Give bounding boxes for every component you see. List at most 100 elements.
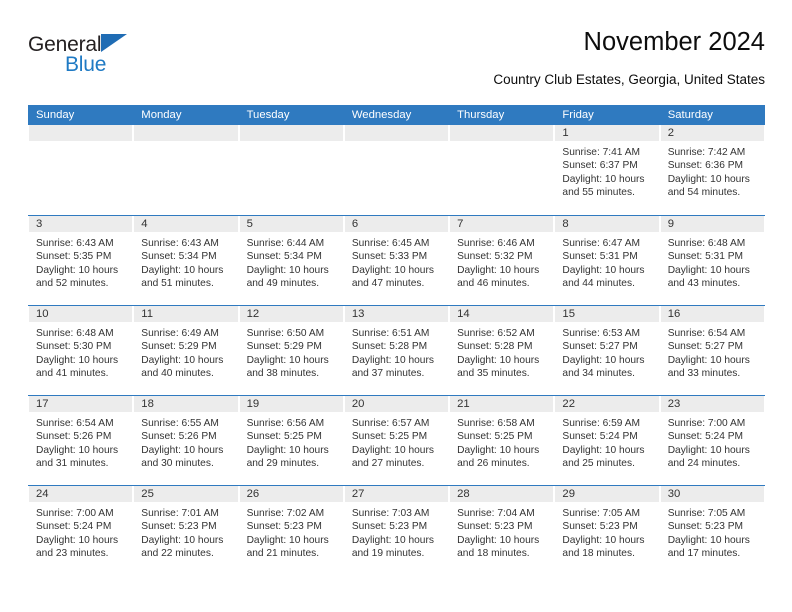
sunset-text: Sunset: 5:32 PM (457, 251, 533, 263)
daylight-text-line1: Daylight: 10 hours (562, 354, 645, 366)
calendar-day-cell[interactable]: 29 Sunrise: 7:05 AM Sunset: 5:23 PM Dayligh… (554, 486, 660, 575)
cell-divider (659, 396, 661, 412)
calendar-day-cell[interactable]: 27 Sunrise: 7:03 AM Sunset: 5:23 PM Dayligh… (343, 486, 450, 575)
day-number: 27 (351, 488, 365, 500)
calendar-day-cell[interactable]: 18 Sunrise: 6:55 AM Sunset: 5:26 PM Dayligh… (133, 396, 239, 485)
day-number: 28 (457, 488, 470, 500)
calendar-day-cell[interactable]: 30 Sunrise: 7:05 AM Sunset: 5:23 PM Dayligh… (659, 486, 765, 575)
daylight-text-line2: and 54 minutes. (667, 186, 741, 198)
daylight-text-line2: and 27 minutes. (351, 457, 425, 469)
daylight-text-line1: Daylight: 10 hours (351, 264, 434, 276)
sunrise-text: Sunrise: 7:00 AM (36, 508, 114, 519)
day-of-week-friday: Friday (562, 109, 594, 121)
daylight-text-line2: and 22 minutes. (141, 547, 214, 559)
general-blue-logo[interactable]: General Blue (28, 34, 148, 82)
sunrise-text: Sunrise: 6:54 AM (667, 328, 746, 339)
calendar-day-cell[interactable]: 8 Sunrise: 6:47 AM Sunset: 5:31 PM Daylight… (554, 216, 660, 305)
day-number: 16 (667, 308, 681, 320)
calendar-day-cell[interactable]: 15 Sunrise: 6:53 AM Sunset: 5:27 PM Dayligh… (554, 306, 660, 395)
day-number: 4 (141, 218, 148, 230)
daylight-text-line1: Daylight: 10 hours (667, 264, 750, 276)
day-number: 14 (457, 308, 470, 320)
daylight-text-line1: Daylight: 10 hours (457, 354, 540, 366)
sun-times-block: Sunrise: 6:49 AM Sunset: 5:29 PM Daylight:… (133, 322, 238, 380)
calendar-day-cell[interactable]: 20 Sunrise: 6:57 AM Sunset: 5:25 PM Dayligh… (343, 396, 450, 485)
day-number: 13 (351, 308, 365, 320)
day-of-week-wednesday: Wednesday (351, 109, 412, 121)
sunset-text: Sunset: 5:34 PM (141, 251, 217, 263)
calendar-day-cell[interactable]: 3 Sunrise: 6:43 AM Sunset: 5:35 PM Daylight… (28, 216, 134, 305)
calendar-day-cell[interactable]: 12 Sunrise: 6:50 AM Sunset: 5:29 PM Dayligh… (238, 306, 344, 395)
calendar-day-cell[interactable]: 13 Sunrise: 6:51 AM Sunset: 5:28 PM Dayligh… (343, 306, 450, 395)
cell-divider (449, 216, 451, 232)
calendar-day-cell[interactable]: 25 Sunrise: 7:01 AM Sunset: 5:23 PM Dayligh… (133, 486, 239, 575)
logo-text-blue: Blue (65, 53, 107, 76)
sunset-text: Sunset: 5:34 PM (246, 251, 322, 263)
cell-divider (238, 125, 240, 141)
cell-divider (554, 306, 556, 322)
calendar-day-cell[interactable]: 7 Sunrise: 6:46 AM Sunset: 5:32 PM Daylight… (449, 216, 555, 305)
day-number: 11 (141, 308, 154, 320)
day-of-week-saturday: Saturday (667, 109, 713, 121)
calendar-day-cell[interactable]: 6 Sunrise: 6:45 AM Sunset: 5:33 PM Daylight… (343, 216, 450, 305)
daylight-text-line2: and 38 minutes. (246, 367, 320, 379)
calendar-day-cell[interactable]: 28 Sunrise: 7:04 AM Sunset: 5:23 PM Dayligh… (449, 486, 555, 575)
day-number: 10 (36, 308, 49, 320)
date-band (28, 125, 134, 141)
sun-times-block: Sunrise: 6:46 AM Sunset: 5:32 PM Daylight:… (449, 232, 554, 290)
calendar-day-cell-empty (133, 125, 239, 215)
sunset-text: Sunset: 5:26 PM (141, 431, 217, 443)
sunrise-text: Sunrise: 6:56 AM (246, 418, 325, 429)
calendar-day-cell[interactable]: 1 Sunrise: 7:41 AM Sunset: 6:37 PM Daylight… (554, 125, 660, 215)
calendar-day-cell[interactable]: 22 Sunrise: 6:59 AM Sunset: 5:24 PM Dayligh… (554, 396, 660, 485)
cell-divider (449, 125, 451, 141)
calendar-day-cell[interactable]: 10 Sunrise: 6:48 AM Sunset: 5:30 PM Dayligh… (28, 306, 134, 395)
cell-divider (449, 306, 451, 322)
calendar-day-cell[interactable]: 4 Sunrise: 6:43 AM Sunset: 5:34 PM Daylight… (133, 216, 239, 305)
sunrise-text: Sunrise: 6:43 AM (141, 238, 219, 249)
sunrise-text: Sunrise: 6:45 AM (351, 238, 430, 249)
sun-times-block: Sunrise: 6:54 AM Sunset: 5:27 PM Daylight:… (660, 322, 765, 380)
sun-times-block: Sunrise: 6:53 AM Sunset: 5:27 PM Daylight:… (554, 322, 659, 380)
calendar-page: General Blue November 2024 Country Club … (0, 0, 792, 612)
calendar-day-cell[interactable]: 14 Sunrise: 6:52 AM Sunset: 5:28 PM Dayligh… (449, 306, 555, 395)
calendar-day-cell[interactable]: 21 Sunrise: 6:58 AM Sunset: 5:25 PM Dayligh… (449, 396, 555, 485)
day-number: 15 (562, 308, 575, 320)
page-title: November 2024 (583, 28, 765, 56)
sun-times-block: Sunrise: 7:02 AM Sunset: 5:23 PM Daylight:… (239, 502, 344, 560)
daylight-text-line2: and 19 minutes. (351, 547, 425, 559)
sun-times-block: Sunrise: 7:00 AM Sunset: 5:24 PM Daylight:… (28, 502, 133, 560)
calendar-day-cell[interactable]: 24 Sunrise: 7:00 AM Sunset: 5:24 PM Dayligh… (28, 486, 134, 575)
sun-times-block: Sunrise: 7:03 AM Sunset: 5:23 PM Daylight:… (344, 502, 449, 560)
calendar-day-cell[interactable]: 26 Sunrise: 7:02 AM Sunset: 5:23 PM Dayligh… (238, 486, 344, 575)
sun-times-block: Sunrise: 6:51 AM Sunset: 5:28 PM Daylight:… (344, 322, 449, 380)
sun-times-block: Sunrise: 7:05 AM Sunset: 5:23 PM Daylight:… (554, 502, 659, 560)
calendar-day-cell[interactable]: 19 Sunrise: 6:56 AM Sunset: 5:25 PM Dayligh… (238, 396, 344, 485)
sunrise-text: Sunrise: 6:48 AM (36, 328, 114, 339)
sunset-text: Sunset: 6:36 PM (667, 160, 744, 172)
daylight-text-line2: and 34 minutes. (562, 367, 635, 379)
calendar-day-cell[interactable]: 17 Sunrise: 6:54 AM Sunset: 5:26 PM Dayligh… (28, 396, 134, 485)
cell-divider (28, 486, 29, 502)
daylight-text-line1: Daylight: 10 hours (36, 264, 119, 276)
date-band (449, 216, 555, 232)
calendar-day-cell[interactable]: 16 Sunrise: 6:54 AM Sunset: 5:27 PM Dayligh… (659, 306, 765, 395)
date-band (238, 125, 344, 141)
date-band (343, 216, 450, 232)
cell-divider (133, 396, 135, 412)
calendar-day-cell[interactable]: 9 Sunrise: 6:48 AM Sunset: 5:31 PM Daylight… (659, 216, 765, 305)
calendar-day-cell[interactable]: 5 Sunrise: 6:44 AM Sunset: 5:34 PM Daylight… (238, 216, 344, 305)
sunrise-text: Sunrise: 6:52 AM (457, 328, 535, 339)
sunrise-text: Sunrise: 6:49 AM (141, 328, 219, 339)
sun-times-block: Sunrise: 6:48 AM Sunset: 5:31 PM Daylight:… (660, 232, 765, 290)
calendar-day-cell[interactable]: 23 Sunrise: 7:00 AM Sunset: 5:24 PM Dayligh… (659, 396, 765, 485)
calendar-day-cell[interactable]: 2 Sunrise: 7:42 AM Sunset: 6:36 PM Daylight… (659, 125, 765, 215)
daylight-text-line1: Daylight: 10 hours (457, 264, 540, 276)
daylight-text-line2: and 31 minutes. (36, 457, 109, 469)
calendar-week-row: 1 Sunrise: 7:41 AM Sunset: 6:37 PM Daylight… (28, 125, 765, 215)
daylight-text-line1: Daylight: 10 hours (141, 444, 224, 456)
calendar-day-cell[interactable]: 11 Sunrise: 6:49 AM Sunset: 5:29 PM Dayligh… (133, 306, 239, 395)
cell-divider (28, 306, 29, 322)
sun-times-block: Sunrise: 6:44 AM Sunset: 5:34 PM Daylight:… (239, 232, 344, 290)
sun-times-block: Sunrise: 7:42 AM Sunset: 6:36 PM Daylight:… (660, 141, 765, 199)
